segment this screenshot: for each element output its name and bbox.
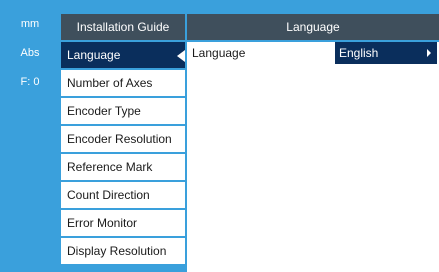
menu-item-label: Language: [67, 48, 121, 62]
menu-item-count-direction[interactable]: Count Direction: [61, 182, 185, 208]
language-label: Language: [192, 46, 246, 60]
menu-item-language[interactable]: Language: [61, 42, 185, 68]
menu-item-label: Encoder Resolution: [67, 132, 172, 146]
menu-item-reference-mark[interactable]: Reference Mark: [61, 154, 185, 180]
detail-panel: Language English: [187, 42, 439, 272]
feed-indicator[interactable]: F: 0: [0, 76, 60, 88]
menu-item-display-resolution[interactable]: Display Resolution: [61, 238, 185, 264]
language-value: English: [339, 46, 379, 60]
menu-item-encoder-type[interactable]: Encoder Type: [61, 98, 185, 124]
menu-item-label: Count Direction: [67, 188, 150, 202]
menu-item-label: Encoder Type: [67, 104, 141, 118]
menu-item-label: Display Resolution: [67, 244, 167, 258]
status-panel: mm Abs F: 0: [0, 0, 60, 272]
menu-item-number-of-axes[interactable]: Number of Axes: [61, 70, 185, 96]
detail-header: Language: [187, 14, 439, 40]
language-setting-row: Language English: [187, 42, 439, 68]
menu-header: Installation Guide: [61, 14, 185, 40]
menu-item-label: Error Monitor: [67, 216, 138, 230]
menu-item-label: Number of Axes: [67, 76, 153, 90]
language-select[interactable]: English: [335, 42, 437, 64]
unit-indicator[interactable]: mm: [0, 18, 60, 30]
menu-item-label: Reference Mark: [67, 160, 153, 174]
selected-arrow-icon: [177, 50, 185, 62]
menu-item-encoder-resolution[interactable]: Encoder Resolution: [61, 126, 185, 152]
absolute-mode-indicator[interactable]: Abs: [0, 47, 60, 59]
chevron-right-icon: [427, 49, 431, 57]
menu-item-error-monitor[interactable]: Error Monitor: [61, 210, 185, 236]
